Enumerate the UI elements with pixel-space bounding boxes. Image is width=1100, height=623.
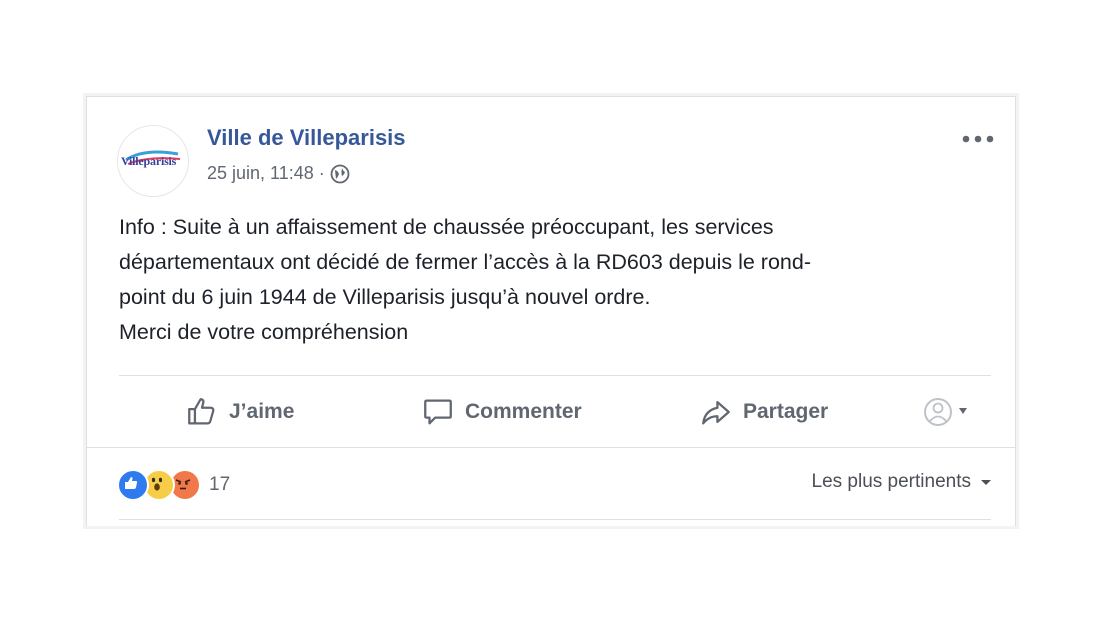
actions-top-divider (119, 375, 991, 376)
share-button-label: Partager (743, 400, 829, 423)
comments-divider (119, 519, 991, 520)
post-timestamp[interactable]: 25 juin, 11:48 (207, 163, 314, 184)
page-avatar[interactable]: Villeparisis (117, 125, 189, 197)
post-header: Villeparisis Ville de Villeparisis 25 ju… (117, 121, 995, 197)
reactions-count[interactable]: 17 (209, 474, 230, 496)
comment-button-label: Commenter (465, 400, 582, 423)
comments-section-divider (87, 447, 1015, 448)
post-text-line: départementaux ont décidé de fermer l’ac… (119, 250, 811, 274)
comment-sort-dropdown[interactable]: Les plus pertinents (812, 471, 994, 493)
more-options-icon[interactable] (961, 127, 995, 151)
page-name-link[interactable]: Ville de Villeparisis (207, 125, 406, 151)
share-button[interactable]: Partager (699, 377, 828, 447)
reactions-summary[interactable]: 17 (117, 467, 230, 503)
comment-sort-label: Les plus pertinents (811, 471, 972, 492)
post-meta: 25 juin, 11:48 · (207, 163, 350, 184)
comment-button[interactable]: Commenter (421, 377, 582, 447)
post-text-line: Info : Suite à un affaissement de chauss… (119, 215, 774, 239)
meta-separator: · (318, 163, 325, 183)
post-text-line: point du 6 juin 1944 de Villeparisis jus… (119, 285, 651, 309)
globe-icon[interactable] (330, 164, 350, 184)
caret-down-icon (981, 480, 991, 485)
post-body-text: Info : Suite à un affaissement de chauss… (119, 210, 979, 350)
like-button[interactable]: J’aime (185, 377, 294, 447)
comment-bubble-icon (424, 399, 452, 425)
post-actions-bar: J’aime Commenter Partager (119, 377, 991, 447)
post-text-line: Merci de votre compréhension (119, 320, 409, 344)
profile-selector-icon[interactable] (923, 377, 977, 447)
thumbs-up-icon (188, 398, 215, 425)
share-arrow-icon (702, 400, 730, 425)
avatar-logo-text: Villeparisis (121, 154, 177, 168)
post-card: Villeparisis Ville de Villeparisis 25 ju… (86, 96, 1016, 526)
like-button-label: J’aime (229, 400, 295, 423)
like-reaction-icon (117, 469, 149, 501)
